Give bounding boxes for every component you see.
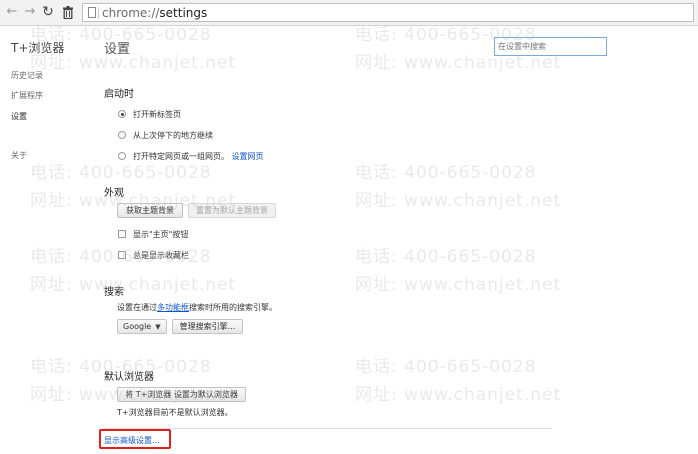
show-advanced-settings-link[interactable]: 显示高级设置... <box>104 435 160 446</box>
radio-label: 打开特定网页或一组网页。 设置网页 <box>133 151 264 162</box>
sidebar-item-settings[interactable]: 设置 <box>11 111 27 122</box>
search-description: 设置在通过多功能框搜索时所用的搜索引擎。 <box>117 302 277 313</box>
watermark-site: 网址: www.chanjet.net <box>355 385 562 405</box>
url-text[interactable]: chrome://settings <box>102 5 207 21</box>
watermark-phone: 电话: 400-665-0028 <box>355 247 537 267</box>
default-browser-status: T+浏览器目前不是默认浏览器。 <box>117 408 233 417</box>
reload-icon[interactable]: ↻ <box>40 4 56 20</box>
watermark-phone: 电话: 400-665-0028 <box>355 163 537 183</box>
radio-unchecked[interactable] <box>118 152 126 160</box>
omnibox-link[interactable]: 多功能框 <box>157 303 189 312</box>
url-path: settings <box>159 6 208 20</box>
url-scheme: chrome:// <box>102 6 160 20</box>
default-browser-section-title: 默认浏览器 <box>104 372 154 383</box>
desc-prefix: 设置在通过 <box>117 303 157 312</box>
selected-engine: Google <box>123 322 152 331</box>
section-divider <box>104 428 552 429</box>
radio-checked[interactable] <box>118 110 126 118</box>
checkbox-label: 总是显示收藏栏 <box>133 251 189 260</box>
watermark-phone: 电话: 400-665-0028 <box>355 357 537 377</box>
radio-label: 打开新标签页 <box>133 110 181 119</box>
omnibox-separator <box>98 7 99 19</box>
get-themes-button[interactable]: 获取主题背景 <box>117 203 183 218</box>
startup-section-title: 启动时 <box>104 89 134 100</box>
radio-unchecked[interactable] <box>118 131 126 139</box>
sidebar-item-about[interactable]: 关于 <box>11 150 27 161</box>
page-title: 设置 <box>104 42 131 57</box>
sidebar: T+浏览器 历史记录 扩展程序 设置 关于 <box>0 26 90 454</box>
manage-search-engines-button[interactable]: 管理搜索引擎... <box>172 319 243 334</box>
caret-down-icon: ▼ <box>155 323 161 331</box>
sidebar-brand: T+浏览器 <box>11 41 65 55</box>
sidebar-item-history[interactable]: 历史记录 <box>11 70 43 81</box>
radio-label: 从上次停下的地方继续 <box>133 131 213 140</box>
watermark-site: 网址: www.chanjet.net <box>355 275 562 295</box>
checkbox-label: 显示"主页"按钮 <box>133 230 189 239</box>
appearance-section-title: 外观 <box>104 188 124 199</box>
browser-toolbar: ← → ↻ chrome://settings <box>0 0 698 26</box>
page-icon <box>88 7 96 18</box>
trash-icon[interactable] <box>60 4 76 20</box>
set-pages-link[interactable]: 设置网页 <box>232 152 264 161</box>
set-default-browser-button[interactable]: 将 T+浏览器 设置为默认浏览器 <box>117 387 246 402</box>
reset-theme-button[interactable]: 重置为默认主题背景 <box>188 203 276 218</box>
address-bar[interactable]: chrome://settings <box>82 3 694 22</box>
show-bookmarks-checkbox[interactable] <box>118 251 126 259</box>
show-home-checkbox[interactable] <box>118 230 126 238</box>
radio-label-text: 打开特定网页或一组网页。 <box>133 152 229 161</box>
search-engine-select[interactable]: Google ▼ <box>117 319 167 334</box>
settings-search-input[interactable] <box>494 37 607 56</box>
desc-suffix: 搜索时所用的搜索引擎。 <box>189 303 277 312</box>
sidebar-item-extensions[interactable]: 扩展程序 <box>11 90 43 101</box>
search-section-title: 搜索 <box>104 287 124 298</box>
watermark-site: 网址: www.chanjet.net <box>355 191 562 211</box>
arrow-right-icon[interactable]: → <box>22 4 38 20</box>
arrow-left-icon[interactable]: ← <box>4 4 20 20</box>
